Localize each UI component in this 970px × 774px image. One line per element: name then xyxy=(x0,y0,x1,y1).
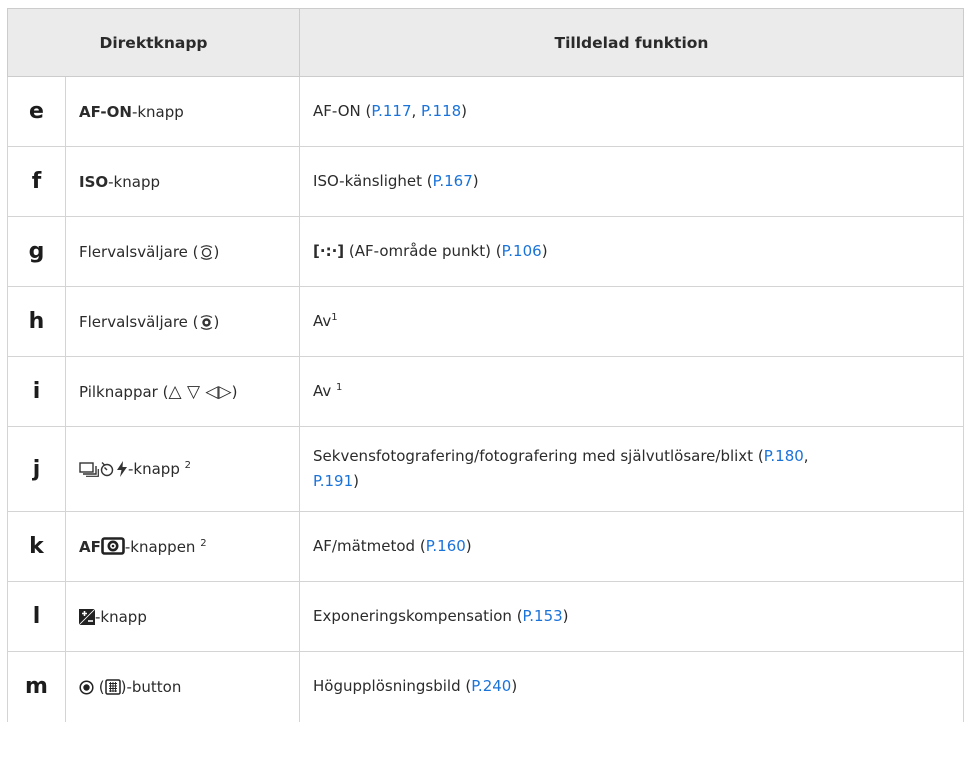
button-label: Pilknappar ( xyxy=(79,382,169,401)
row-letter: f xyxy=(7,146,66,217)
function-cell: ISO-känslighet (P.167) xyxy=(299,146,965,217)
footnote-marker: 1 xyxy=(331,312,338,323)
function-cell: AF-ON (P.117, P.118) xyxy=(299,76,965,147)
button-function-table: Direktknapp Tilldelad funktion e AF-ON-k… xyxy=(6,8,965,722)
button-name: Flervalsväljare () xyxy=(64,216,301,287)
function-cell: Av1 xyxy=(299,286,965,357)
table-row: k AF -knappen 2 AF/mätmetod (P.160) xyxy=(7,511,965,582)
function-text-suffix: ) xyxy=(562,607,569,625)
af-area-point-symbol: [·:·] xyxy=(313,242,345,260)
button-name: ( )-button xyxy=(64,651,301,722)
table-row: m ( )-button Högupplösningsbild (P.240) xyxy=(7,651,965,722)
page-ref-link[interactable]: P.167 xyxy=(433,172,473,190)
separator: , xyxy=(803,447,809,465)
page-ref-link[interactable]: P.160 xyxy=(426,537,466,555)
function-cell: AF/mätmetod (P.160) xyxy=(299,511,965,582)
function-text: (AF-område punkt) ( xyxy=(344,242,502,260)
function-text: Av xyxy=(313,382,337,400)
function-text: Av xyxy=(313,312,332,330)
row-letter: i xyxy=(7,356,66,427)
function-text: AF-ON ( xyxy=(313,102,372,120)
button-name: Pilknappar (△ ▽ ◁▷) xyxy=(64,356,301,427)
button-label-suffix: ) xyxy=(213,312,220,331)
metering-icon xyxy=(101,537,125,555)
row-letter: k xyxy=(7,511,66,582)
footnote-marker: 2 xyxy=(200,538,207,549)
function-text: Sekvensfotografering/fotografering med s… xyxy=(313,447,764,465)
table-row: h Flervalsväljare () Av1 xyxy=(7,286,965,357)
function-cell: Av 1 xyxy=(299,356,965,427)
button-label: Flervalsväljare ( xyxy=(79,242,199,261)
table-row: l -knapp Exponeringskompensation (P.153) xyxy=(7,581,965,652)
target-circle-icon xyxy=(79,680,94,695)
page-ref-link[interactable]: P.180 xyxy=(764,447,804,465)
function-text: Exponeringskompensation ( xyxy=(313,607,523,625)
button-label: Flervalsväljare ( xyxy=(79,312,199,331)
self-timer-icon xyxy=(100,462,114,477)
button-label: -knapp xyxy=(128,460,185,478)
button-name: -knapp 2 xyxy=(64,426,301,512)
flash-icon xyxy=(117,461,127,477)
button-bold-label: AF-ON xyxy=(79,102,132,121)
sequential-shooting-icon xyxy=(79,462,99,477)
row-letter: e xyxy=(7,76,66,147)
function-text-suffix: ) xyxy=(472,172,479,190)
high-res-shot-icon xyxy=(104,679,121,695)
button-function-table-container: Direktknapp Tilldelad funktion e AF-ON-k… xyxy=(6,8,965,722)
button-name: ISO-knapp xyxy=(64,146,301,217)
page-ref-link[interactable]: P.153 xyxy=(523,607,563,625)
row-letter: m xyxy=(7,651,66,722)
row-letter: l xyxy=(7,581,66,652)
button-label-suffix: )-button xyxy=(120,677,182,696)
footnote-marker: 2 xyxy=(184,460,191,471)
row-letter: j xyxy=(7,426,66,512)
exposure-compensation-icon xyxy=(79,608,95,625)
page-ref-link[interactable]: P.117 xyxy=(371,102,411,120)
button-label: -knapp xyxy=(131,102,184,121)
header-direct-button: Direktknapp xyxy=(6,8,301,77)
function-text: AF/mätmetod ( xyxy=(313,537,426,555)
function-text: Högupplösningsbild ( xyxy=(313,677,472,696)
table-row: i Pilknappar (△ ▽ ◁▷) Av 1 xyxy=(7,356,965,427)
page-ref-link[interactable]: P.240 xyxy=(471,677,511,695)
button-label-suffix: ) xyxy=(213,242,220,261)
button-label: -knapp xyxy=(108,172,160,191)
function-text-suffix: ) xyxy=(541,242,548,260)
page-ref-link[interactable]: P.191 xyxy=(313,472,353,490)
page-ref-link[interactable]: P.106 xyxy=(502,242,542,260)
row-letter: h xyxy=(7,286,66,357)
button-label: ( xyxy=(94,677,105,696)
footnote-marker: 1 xyxy=(336,382,343,393)
multi-selector-dial-icon xyxy=(200,244,212,260)
function-cell: Sekvensfotografering/fotografering med s… xyxy=(299,426,965,512)
function-text: ISO-känslighet ( xyxy=(313,172,433,190)
function-cell: Exponeringskompensation (P.153) xyxy=(299,581,965,652)
function-cell: [·:·] (AF-område punkt) (P.106) xyxy=(299,216,965,287)
page-ref-link[interactable]: P.118 xyxy=(421,102,461,120)
button-bold-label: ISO xyxy=(79,172,109,191)
table-row: g Flervalsväljare () [·:·] (AF-område pu… xyxy=(7,216,965,287)
multi-selector-press-icon xyxy=(200,314,212,330)
button-bold-label: AF xyxy=(79,538,101,556)
table-row: f ISO-knapp ISO-känslighet (P.167) xyxy=(7,146,965,217)
function-text-suffix: ) xyxy=(465,537,472,555)
button-name: AF -knappen 2 xyxy=(64,511,301,582)
table-row: e AF-ON-knapp AF-ON (P.117, P.118) xyxy=(7,76,965,147)
function-text-suffix: ) xyxy=(511,677,518,696)
function-cell: Högupplösningsbild (P.240) xyxy=(299,651,965,722)
button-name: Flervalsväljare () xyxy=(64,286,301,357)
button-label-suffix: ) xyxy=(231,382,238,401)
button-name: -knapp xyxy=(64,581,301,652)
table-header-row: Direktknapp Tilldelad funktion xyxy=(6,8,965,77)
separator: , xyxy=(411,102,422,120)
header-assigned-function: Tilldelad funktion xyxy=(299,8,965,77)
function-text-suffix: ) xyxy=(353,472,359,490)
button-name: AF-ON-knapp xyxy=(64,76,301,147)
row-letter: g xyxy=(7,216,66,287)
function-text-suffix: ) xyxy=(461,102,468,120)
arrow-pad-icon: △ ▽ ◁▷ xyxy=(168,381,232,402)
button-label: -knappen xyxy=(124,538,201,556)
button-label: -knapp xyxy=(95,607,147,626)
table-row: j -knapp 2 Sekvensfotografering/fotograf… xyxy=(7,426,965,512)
